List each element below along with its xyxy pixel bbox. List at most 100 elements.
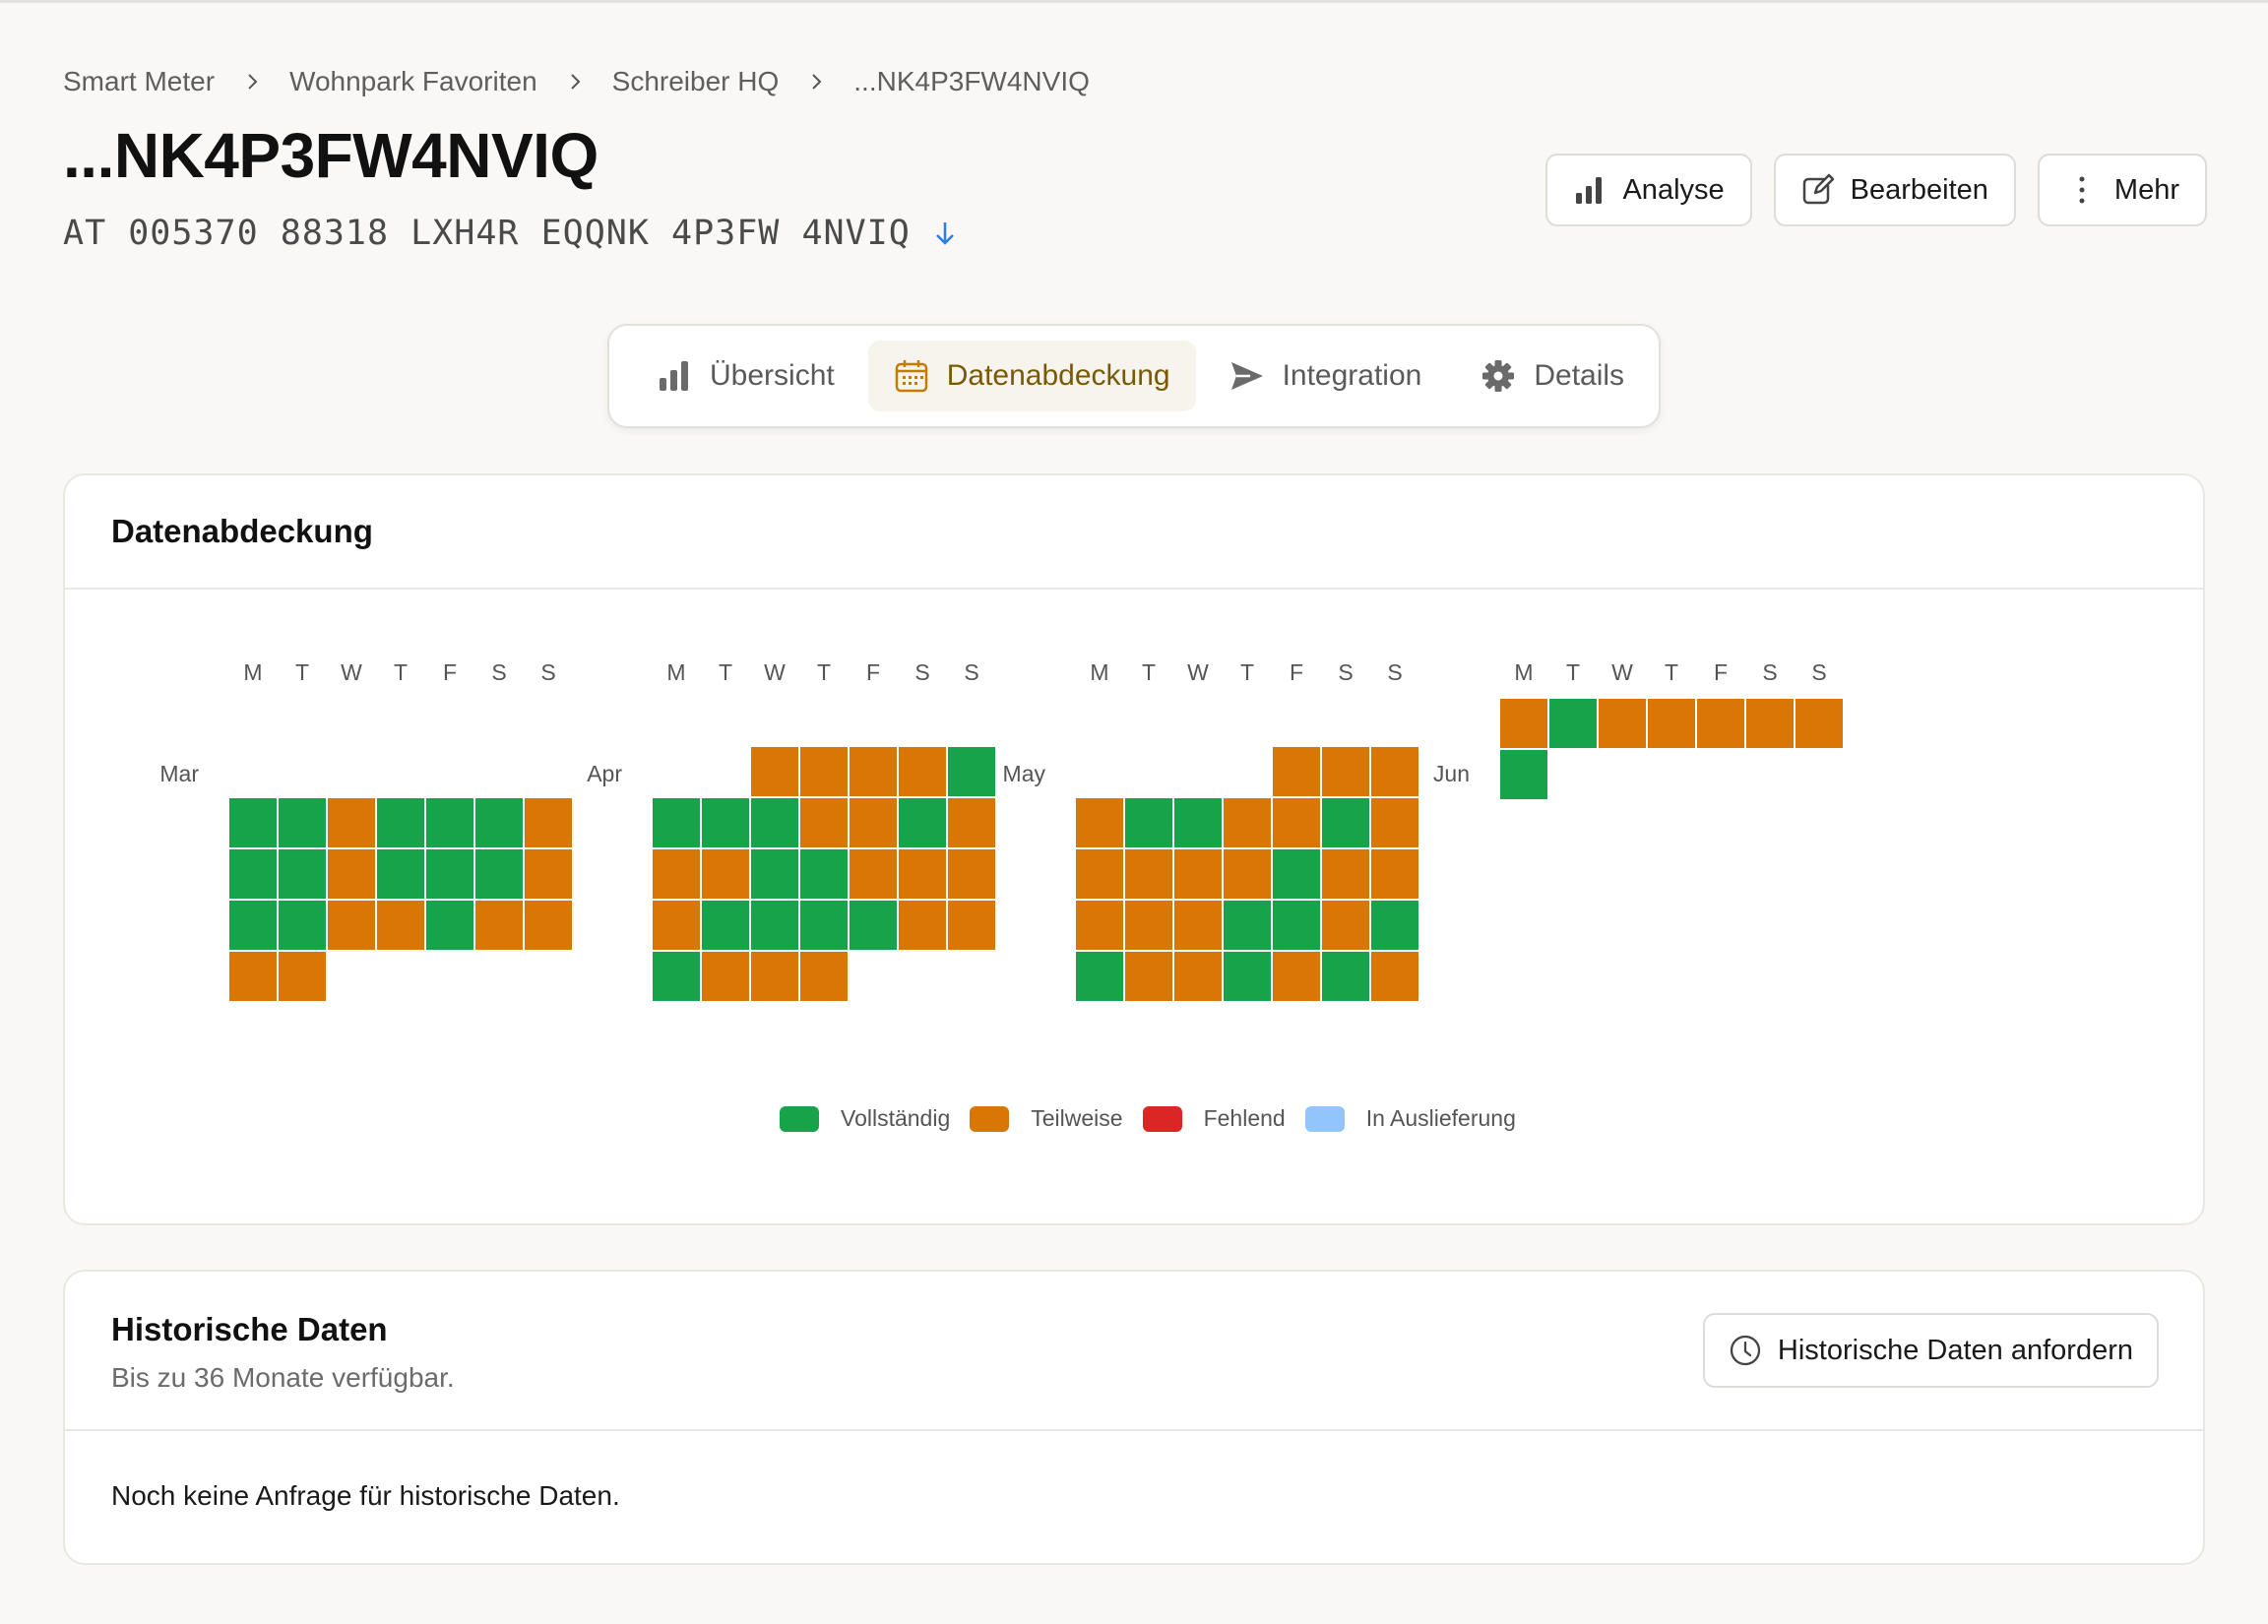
day-cell[interactable] bbox=[653, 952, 700, 1001]
day-cell[interactable] bbox=[948, 747, 995, 796]
day-cell[interactable] bbox=[899, 747, 946, 796]
day-cell[interactable] bbox=[1224, 901, 1271, 950]
day-cell[interactable] bbox=[1322, 952, 1369, 1001]
day-cell[interactable] bbox=[751, 901, 798, 950]
day-cell[interactable] bbox=[899, 849, 946, 899]
day-cell[interactable] bbox=[229, 798, 277, 847]
day-cell[interactable] bbox=[1125, 798, 1172, 847]
day-cell[interactable] bbox=[948, 798, 995, 847]
day-cell[interactable] bbox=[1125, 901, 1172, 950]
day-cell[interactable] bbox=[1697, 699, 1744, 748]
day-cell[interactable] bbox=[1224, 952, 1271, 1001]
request-historic-button[interactable]: Historische Daten anfordern bbox=[1702, 1313, 2159, 1388]
day-cell[interactable] bbox=[702, 849, 749, 899]
day-cell[interactable] bbox=[1796, 699, 1843, 748]
day-cell[interactable] bbox=[377, 901, 424, 950]
day-cell[interactable] bbox=[702, 952, 749, 1001]
day-cell[interactable] bbox=[653, 798, 700, 847]
day-cell[interactable] bbox=[850, 849, 897, 899]
day-cell[interactable] bbox=[328, 798, 375, 847]
day-cell[interactable] bbox=[328, 901, 375, 950]
day-cell[interactable] bbox=[948, 849, 995, 899]
day-cell[interactable] bbox=[1125, 952, 1172, 1001]
day-cell[interactable] bbox=[1322, 798, 1369, 847]
day-cell[interactable] bbox=[1371, 901, 1418, 950]
day-cell[interactable] bbox=[1076, 849, 1123, 899]
day-cell[interactable] bbox=[377, 798, 424, 847]
day-cell[interactable] bbox=[1125, 849, 1172, 899]
day-cell[interactable] bbox=[1076, 901, 1123, 950]
day-cell[interactable] bbox=[279, 849, 326, 899]
day-cell[interactable] bbox=[1648, 699, 1695, 748]
day-cell[interactable] bbox=[1076, 952, 1123, 1001]
day-cell[interactable] bbox=[1174, 901, 1222, 950]
day-cell[interactable] bbox=[1322, 901, 1369, 950]
edit-button[interactable]: Bearbeiten bbox=[1773, 154, 2016, 226]
arrow-down-icon[interactable] bbox=[932, 219, 958, 248]
day-cell[interactable] bbox=[525, 798, 572, 847]
day-cell[interactable] bbox=[475, 901, 523, 950]
day-cell[interactable] bbox=[751, 952, 798, 1001]
day-cell[interactable] bbox=[899, 798, 946, 847]
day-cell[interactable] bbox=[475, 798, 523, 847]
tab-details[interactable]: Details bbox=[1455, 341, 1650, 411]
day-cell[interactable] bbox=[800, 952, 848, 1001]
day-cell[interactable] bbox=[850, 901, 897, 950]
day-cell[interactable] bbox=[1224, 798, 1271, 847]
day-cell[interactable] bbox=[800, 747, 848, 796]
tab-uebersicht[interactable]: Übersicht bbox=[631, 341, 860, 411]
day-cell[interactable] bbox=[653, 901, 700, 950]
day-cell[interactable] bbox=[1549, 699, 1597, 748]
day-cell[interactable] bbox=[229, 849, 277, 899]
breadcrumb-wohnpark[interactable]: Wohnpark Favoriten bbox=[289, 66, 537, 97]
day-cell[interactable] bbox=[1224, 849, 1271, 899]
day-cell[interactable] bbox=[653, 849, 700, 899]
day-cell[interactable] bbox=[1174, 952, 1222, 1001]
day-cell[interactable] bbox=[1322, 849, 1369, 899]
day-cell[interactable] bbox=[751, 798, 798, 847]
day-cell[interactable] bbox=[899, 901, 946, 950]
day-cell[interactable] bbox=[1273, 952, 1320, 1001]
tab-datenabdeckung[interactable]: Datenabdeckung bbox=[867, 341, 1196, 411]
day-cell[interactable] bbox=[475, 849, 523, 899]
day-cell[interactable] bbox=[1273, 901, 1320, 950]
day-cell[interactable] bbox=[1371, 798, 1418, 847]
day-cell[interactable] bbox=[850, 747, 897, 796]
day-cell[interactable] bbox=[1371, 849, 1418, 899]
day-cell[interactable] bbox=[948, 901, 995, 950]
day-cell[interactable] bbox=[1746, 699, 1794, 748]
day-cell[interactable] bbox=[279, 901, 326, 950]
day-cell[interactable] bbox=[328, 849, 375, 899]
day-cell[interactable] bbox=[229, 901, 277, 950]
day-cell[interactable] bbox=[1371, 952, 1418, 1001]
day-cell[interactable] bbox=[751, 849, 798, 899]
day-cell[interactable] bbox=[426, 798, 473, 847]
day-cell[interactable] bbox=[1273, 849, 1320, 899]
day-cell[interactable] bbox=[525, 901, 572, 950]
day-cell[interactable] bbox=[702, 798, 749, 847]
tab-integration[interactable]: Integration bbox=[1204, 341, 1448, 411]
day-cell[interactable] bbox=[1273, 747, 1320, 796]
day-cell[interactable] bbox=[702, 901, 749, 950]
day-cell[interactable] bbox=[800, 901, 848, 950]
day-cell[interactable] bbox=[525, 849, 572, 899]
day-cell[interactable] bbox=[377, 849, 424, 899]
day-cell[interactable] bbox=[426, 901, 473, 950]
day-cell[interactable] bbox=[1273, 798, 1320, 847]
day-cell[interactable] bbox=[1174, 798, 1222, 847]
day-cell[interactable] bbox=[800, 798, 848, 847]
day-cell[interactable] bbox=[1322, 747, 1369, 796]
day-cell[interactable] bbox=[426, 849, 473, 899]
day-cell[interactable] bbox=[229, 952, 277, 1001]
analyse-button[interactable]: Analyse bbox=[1545, 154, 1752, 226]
day-cell[interactable] bbox=[1599, 699, 1646, 748]
day-cell[interactable] bbox=[1174, 849, 1222, 899]
day-cell[interactable] bbox=[279, 798, 326, 847]
breadcrumb-schreiber-hq[interactable]: Schreiber HQ bbox=[612, 66, 780, 97]
day-cell[interactable] bbox=[850, 798, 897, 847]
day-cell[interactable] bbox=[1076, 798, 1123, 847]
day-cell[interactable] bbox=[1371, 747, 1418, 796]
day-cell[interactable] bbox=[751, 747, 798, 796]
day-cell[interactable] bbox=[800, 849, 848, 899]
breadcrumb-smart-meter[interactable]: Smart Meter bbox=[63, 66, 215, 97]
